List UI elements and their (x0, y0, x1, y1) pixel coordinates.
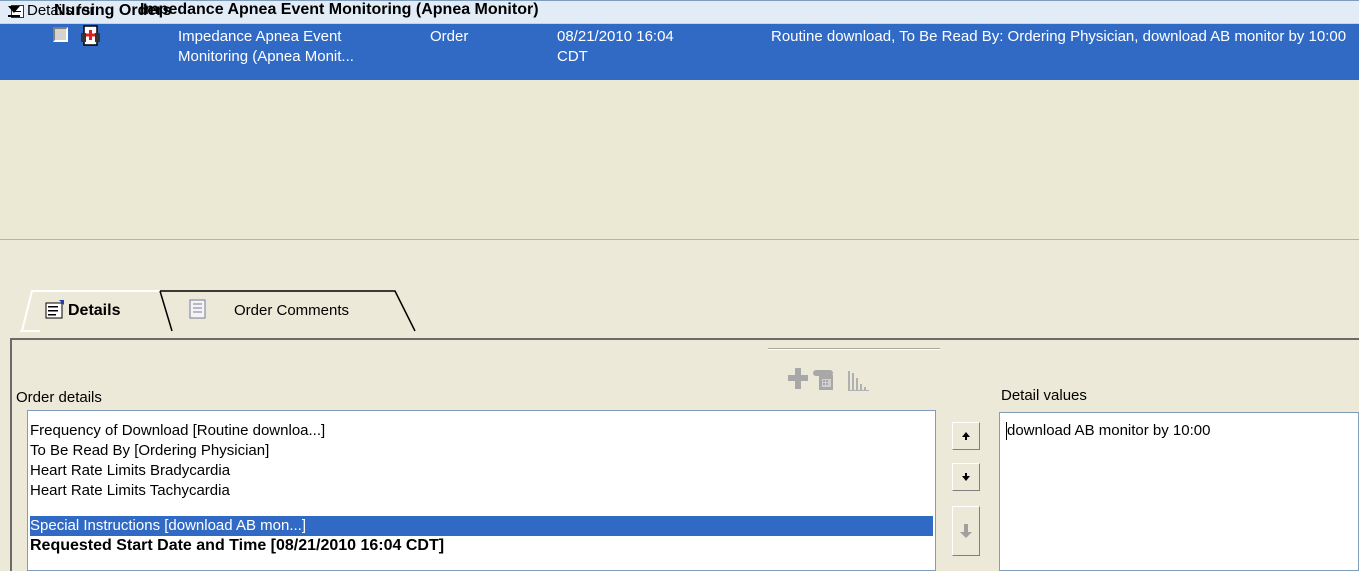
order-document-icon (80, 25, 100, 47)
list-item[interactable]: Frequency of Download [Routine downloa..… (30, 421, 325, 441)
bar-chart-icon[interactable] (848, 370, 870, 396)
phone-icon[interactable] (812, 368, 836, 396)
add-icon[interactable] (788, 368, 808, 394)
tab-order-comments[interactable]: Order Comments (234, 302, 349, 319)
list-item[interactable]: To Be Read By [Ordering Physician] (30, 441, 269, 461)
order-name: Impedance Apnea Event Monitoring (Apnea … (178, 28, 354, 65)
list-item-selected[interactable]: Special Instructions [download AB mon...… (30, 516, 933, 536)
splitter-line[interactable] (0, 239, 1359, 240)
list-item[interactable]: Heart Rate Limits Tachycardia (30, 481, 230, 501)
collapse-arrow-bar (8, 15, 20, 17)
row-checkbox[interactable] (53, 27, 68, 42)
order-details-summary: Routine download, To Be Read By: Orderin… (771, 28, 1347, 45)
detail-values-label: Detail values (1001, 387, 1087, 404)
comments-document-icon (189, 299, 207, 319)
collapse-arrow-icon[interactable] (8, 6, 20, 13)
detail-value-text: download AB monitor by 10:00 (1007, 422, 1211, 439)
details-for-label: Details for (27, 2, 95, 19)
details-title: Impedance Apnea Event Monitoring (Apnea … (140, 1, 539, 18)
order-date: 08/21/2010 16:04 CDT (557, 28, 674, 65)
order-row-selected[interactable]: Impedance Apnea Event Monitoring (Apnea … (0, 24, 1359, 80)
list-item[interactable]: Heart Rate Limits Bradycardia (30, 461, 230, 481)
tab-details[interactable]: Details (68, 302, 120, 320)
orders-list-empty-area (0, 80, 1359, 240)
order-details-list[interactable]: Frequency of Download [Routine downloa..… (27, 410, 936, 571)
move-down-button[interactable] (952, 463, 980, 491)
details-properties-icon (45, 299, 65, 319)
move-up-button[interactable] (952, 422, 980, 450)
list-item[interactable]: Requested Start Date and Time [08/21/201… (30, 536, 444, 556)
order-type: Order (430, 28, 469, 45)
toolbar-divider-highlight (768, 349, 940, 350)
order-details-label: Order details (16, 389, 102, 406)
move-to-bottom-button[interactable] (952, 506, 980, 556)
